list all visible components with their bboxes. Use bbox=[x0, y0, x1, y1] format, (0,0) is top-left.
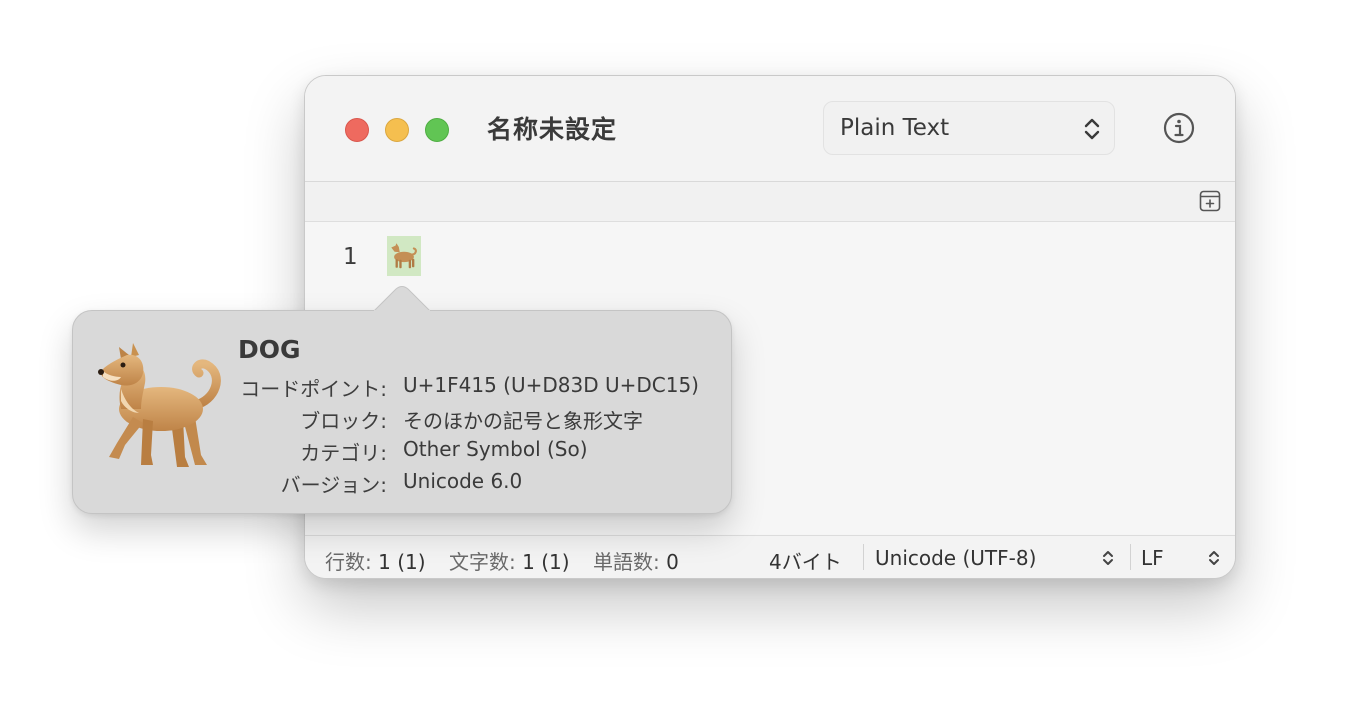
info-row-category: カテゴリ: Other Symbol (So) bbox=[213, 437, 713, 465]
dog-icon bbox=[391, 243, 417, 269]
line-ending-select[interactable]: LF bbox=[1141, 546, 1225, 570]
info-label: バージョン: bbox=[280, 473, 387, 497]
info-row-codepoint: コードポイント: U+1F415 (U+D83D U+DC15) bbox=[213, 373, 713, 401]
updown-chevron-icon bbox=[1103, 551, 1113, 565]
syntax-select-value: Plain Text bbox=[840, 115, 950, 141]
selected-character[interactable] bbox=[387, 236, 421, 276]
close-button[interactable] bbox=[345, 118, 369, 142]
updown-chevron-icon bbox=[1209, 551, 1219, 565]
window-title: 名称未設定 bbox=[487, 115, 618, 144]
updown-chevron-icon bbox=[1084, 118, 1100, 140]
status-bar: 行数: 1 (1) 文字数: 1 (1) 単語数: 0 4バイト Unicode… bbox=[305, 535, 1235, 578]
dog-icon bbox=[98, 343, 221, 467]
info-row-version: バージョン: Unicode 6.0 bbox=[213, 469, 713, 497]
divider bbox=[1130, 544, 1131, 570]
line-number: 1 bbox=[343, 244, 358, 270]
divider bbox=[863, 544, 864, 570]
char-count: 文字数: 1 (1) bbox=[449, 550, 570, 574]
character-name: DOG bbox=[238, 335, 301, 364]
info-label: コードポイント: bbox=[240, 377, 387, 401]
split-editor-icon[interactable] bbox=[1199, 190, 1221, 212]
zoom-button[interactable] bbox=[425, 118, 449, 142]
info-label: ブロック: bbox=[300, 409, 387, 433]
info-icon[interactable] bbox=[1163, 112, 1195, 144]
word-count: 単語数: 0 bbox=[593, 550, 679, 574]
editor-toolbar bbox=[305, 182, 1235, 222]
line-count: 行数: 1 (1) bbox=[325, 550, 426, 574]
minimize-button[interactable] bbox=[385, 118, 409, 142]
info-row-block: ブロック: そのほかの記号と象形文字 bbox=[213, 405, 713, 433]
info-label: カテゴリ: bbox=[300, 441, 387, 465]
line-ending-value: LF bbox=[1141, 546, 1164, 570]
info-value: そのほかの記号と象形文字 bbox=[403, 409, 643, 433]
info-value: Other Symbol (So) bbox=[403, 437, 588, 461]
titlebar: 名称未設定 Plain Text bbox=[305, 76, 1235, 182]
syntax-select[interactable]: Plain Text bbox=[823, 101, 1115, 155]
popover-arrow bbox=[374, 286, 430, 312]
byte-count: 4バイト bbox=[769, 550, 842, 574]
info-value: U+1F415 (U+D83D U+DC15) bbox=[403, 373, 699, 397]
info-value: Unicode 6.0 bbox=[403, 469, 523, 493]
encoding-select[interactable]: Unicode (UTF-8) bbox=[875, 546, 1125, 570]
character-info-popover: DOG コードポイント: U+1F415 (U+D83D U+DC15) ブロッ… bbox=[72, 310, 732, 514]
encoding-value: Unicode (UTF-8) bbox=[875, 546, 1037, 570]
